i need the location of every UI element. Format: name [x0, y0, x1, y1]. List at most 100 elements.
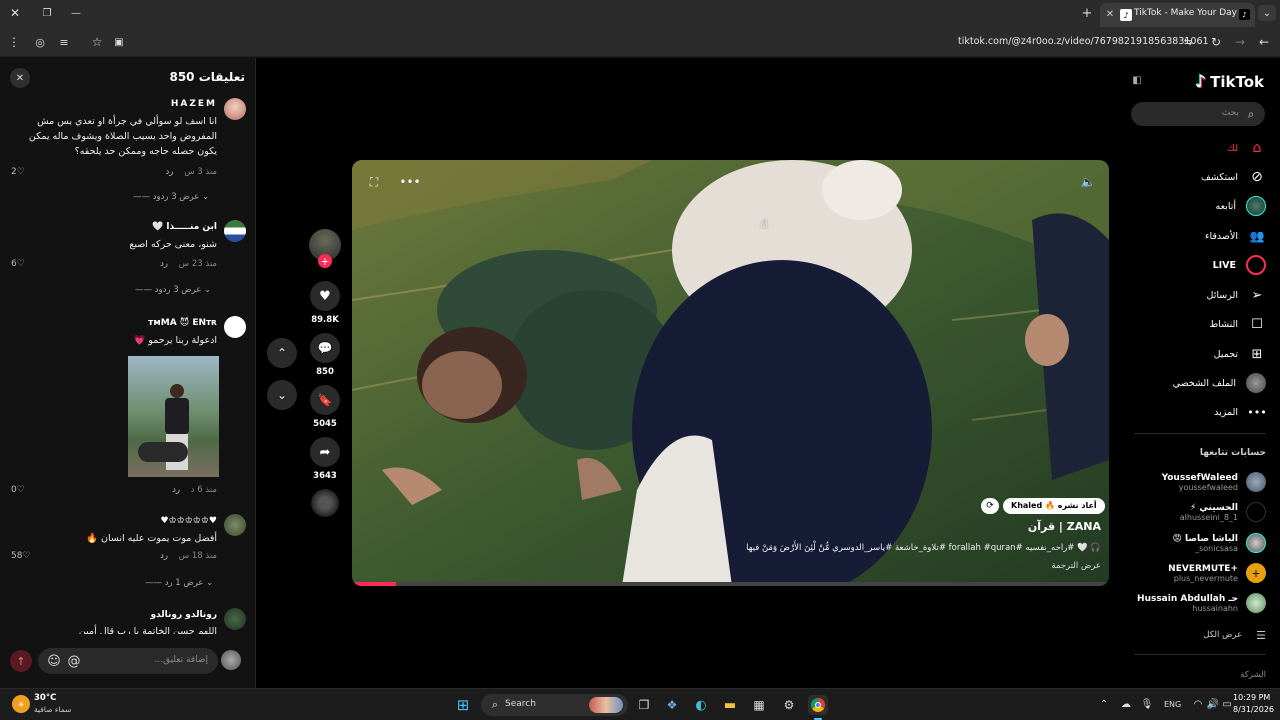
comment-like[interactable]: 0♡ — [11, 485, 25, 495]
file-explorer-icon[interactable]: ▬ — [720, 695, 740, 715]
next-video-button[interactable]: ⌄ — [267, 380, 297, 410]
avatar[interactable] — [224, 220, 246, 242]
nav-item-activity[interactable]: النشاط ☐ — [1209, 313, 1266, 335]
copilot-icon[interactable]: ◎ — [33, 35, 47, 49]
comment-button[interactable]: 💬 — [310, 333, 340, 363]
following-account[interactable]: YoussefWaleed youssefwaleed — [1162, 468, 1266, 496]
avatar[interactable] — [224, 98, 246, 120]
onedrive-icon[interactable]: ☁ — [1119, 697, 1133, 711]
extension-icon[interactable]: ▣ — [112, 35, 126, 49]
nav-item-live[interactable]: LIVE — [1213, 254, 1266, 276]
comment-author[interactable]: رونالدو رونالدو — [150, 610, 217, 620]
tab-close-icon[interactable]: ✕ — [1104, 8, 1116, 20]
task-view-icon[interactable]: ❐ — [634, 695, 654, 715]
avatar[interactable] — [224, 316, 246, 338]
share-button[interactable]: ➦ — [310, 437, 340, 467]
tiktok-logo[interactable]: ♪ TikTok — [1195, 70, 1264, 94]
microphone-icon[interactable]: 🎙 — [1141, 697, 1154, 711]
view-replies[interactable]: ⌄ عرض 3 ردود —— — [135, 285, 211, 295]
close-window-icon[interactable]: ✕ — [8, 6, 22, 20]
comment-author[interactable]: ابن منـــــذا 🤍 — [152, 222, 217, 232]
like-button[interactable]: ♥ — [310, 281, 340, 311]
comment-photo[interactable] — [128, 356, 219, 477]
app-icon[interactable]: ⚙ — [779, 695, 799, 715]
forward-icon[interactable]: → — [1233, 35, 1247, 49]
repost-icon[interactable]: ⟳ — [981, 498, 999, 514]
nav-item-upload[interactable]: تحميل ⊞ — [1214, 343, 1266, 365]
nav-item-following[interactable]: أتابعه — [1216, 195, 1266, 217]
avatar[interactable] — [224, 608, 246, 630]
tab-search-chevron-icon[interactable]: ⌄ — [1258, 5, 1276, 21]
comment-author[interactable]: ᴛᴍMA 😈 ENᴛʀ — [148, 318, 217, 328]
video-player[interactable]: ⛶ ••• 🔈 ⟳ Khaled 🔥 أعاد نشره ZANA | قرآن… — [352, 160, 1109, 586]
fullscreen-icon[interactable]: ⛶ — [366, 174, 382, 190]
restore-window-icon[interactable]: ❐ — [40, 6, 54, 20]
video-more-icon[interactable]: ••• — [399, 174, 420, 190]
start-icon[interactable]: ⊞ — [454, 696, 472, 714]
follow-plus-icon[interactable]: + — [318, 254, 332, 268]
progress-bar[interactable] — [352, 582, 1109, 586]
store-icon[interactable]: ▦ — [749, 695, 769, 715]
favorite-star-icon[interactable]: ☆ — [90, 35, 104, 49]
clock-time[interactable]: 10:29 PM — [1233, 693, 1270, 702]
copilot-taskbar-icon[interactable]: ❖ — [662, 695, 682, 715]
following-account[interactable]: NEVERMUTE+ plus_nevermute + — [1168, 559, 1266, 587]
url-text[interactable]: tiktok.com/@z4r0oo.z/video/7679821918563… — [958, 36, 1209, 47]
reply-link[interactable]: رد — [160, 259, 168, 269]
nav-item-explore[interactable]: استكشف ⊘ — [1201, 166, 1266, 188]
tiktok-sidebar: ◧ ♪ TikTok ⌕ بحث لك ⌂ استكشف ⊘ أتابعه الأص… — [1120, 58, 1280, 688]
comment-like[interactable]: 2♡ — [11, 167, 25, 177]
emoji-icon[interactable]: ☺ — [46, 653, 62, 669]
language-indicator[interactable]: ENG — [1164, 700, 1181, 709]
comment-like[interactable]: 58♡ — [11, 551, 31, 561]
comment-author[interactable]: HAZEM — [171, 99, 217, 109]
nav-item-profile[interactable]: الملف الشخصي — [1173, 372, 1266, 394]
translate-icon[interactable]: ⇆ — [1181, 35, 1195, 49]
clock-date[interactable]: 8/31/2026 — [1233, 705, 1274, 714]
company-link[interactable]: الشركة — [1240, 670, 1266, 680]
chrome-icon[interactable] — [808, 695, 828, 715]
reply-link[interactable]: رد — [172, 485, 180, 495]
view-replies[interactable]: ⌄ عرض 3 ردود —— — [133, 192, 209, 202]
nav-item-more[interactable]: المزيد ••• — [1214, 401, 1267, 423]
mention-icon[interactable]: @ — [66, 653, 82, 669]
view-replies[interactable]: ⌄ عرض 1 رد —— — [145, 578, 213, 588]
edge-icon[interactable]: ◐ — [691, 695, 711, 715]
reply-link[interactable]: رد — [166, 167, 174, 177]
bookmark-button[interactable]: 🔖 — [310, 385, 340, 415]
close-comments-icon[interactable]: ✕ — [10, 68, 30, 88]
refresh-icon[interactable]: ↻ — [1209, 35, 1223, 49]
search-field[interactable]: ⌕ بحث — [1131, 102, 1265, 126]
music-disc-icon[interactable] — [311, 489, 339, 517]
send-button[interactable]: ↑ — [10, 650, 32, 672]
battery-icon[interactable]: ▭ — [1220, 697, 1234, 711]
nav-item-messages[interactable]: الرسائل ➢ — [1207, 284, 1266, 306]
search-icon[interactable]: ⌕ — [1243, 106, 1259, 122]
reply-link[interactable]: رد — [160, 551, 168, 561]
collapse-sidebar-icon[interactable]: ◧ — [1130, 73, 1144, 87]
previous-video-button[interactable]: ⌃ — [267, 338, 297, 368]
back-icon[interactable]: ← — [1257, 35, 1271, 49]
avatar[interactable] — [224, 514, 246, 536]
following-account[interactable]: الباشا صاصا 😡 _sonicsasa — [1172, 529, 1266, 557]
comment-like[interactable]: 6♡ — [11, 259, 25, 269]
minimize-window-icon[interactable]: — — [69, 6, 83, 20]
taskbar-search[interactable]: ⌕ Search — [481, 694, 628, 716]
new-tab-icon[interactable]: + — [1080, 6, 1094, 21]
menu-dots-icon[interactable]: ⋮ — [8, 35, 20, 49]
tray-chevron-icon[interactable]: ⌃ — [1098, 697, 1110, 711]
nav-item-friends[interactable]: الأصدقاء 👥 — [1205, 225, 1266, 247]
nav-item-for-you[interactable]: لك ⌂ — [1227, 137, 1266, 159]
wifi-icon[interactable]: ◠ — [1191, 697, 1205, 711]
comment-author[interactable]: ♥♔♔♔♔♔♥ — [161, 516, 217, 526]
see-all-link[interactable]: عرض الكل ☰ — [1203, 624, 1266, 646]
comment-input[interactable]: ☺ @ إضافة تعليق... — [38, 648, 218, 674]
translate-link[interactable]: عرض الترجمة — [1051, 561, 1101, 571]
following-account[interactable]: الحسيني ⚡ alhusseini_8_1 — [1180, 498, 1266, 526]
weather-sun-icon[interactable]: ☀ — [12, 695, 30, 713]
volume-icon[interactable]: 🔈 — [1080, 174, 1096, 190]
following-account[interactable]: Hussain Abdullah حـ hussainahn — [1137, 589, 1266, 617]
tab-tiktok[interactable]: ✕ ♪ TikTok - Make Your Day ♪ — [1100, 3, 1255, 27]
read-aloud-icon[interactable]: ≡ — [57, 35, 71, 49]
volume-tray-icon[interactable]: 🔊 — [1206, 697, 1220, 711]
